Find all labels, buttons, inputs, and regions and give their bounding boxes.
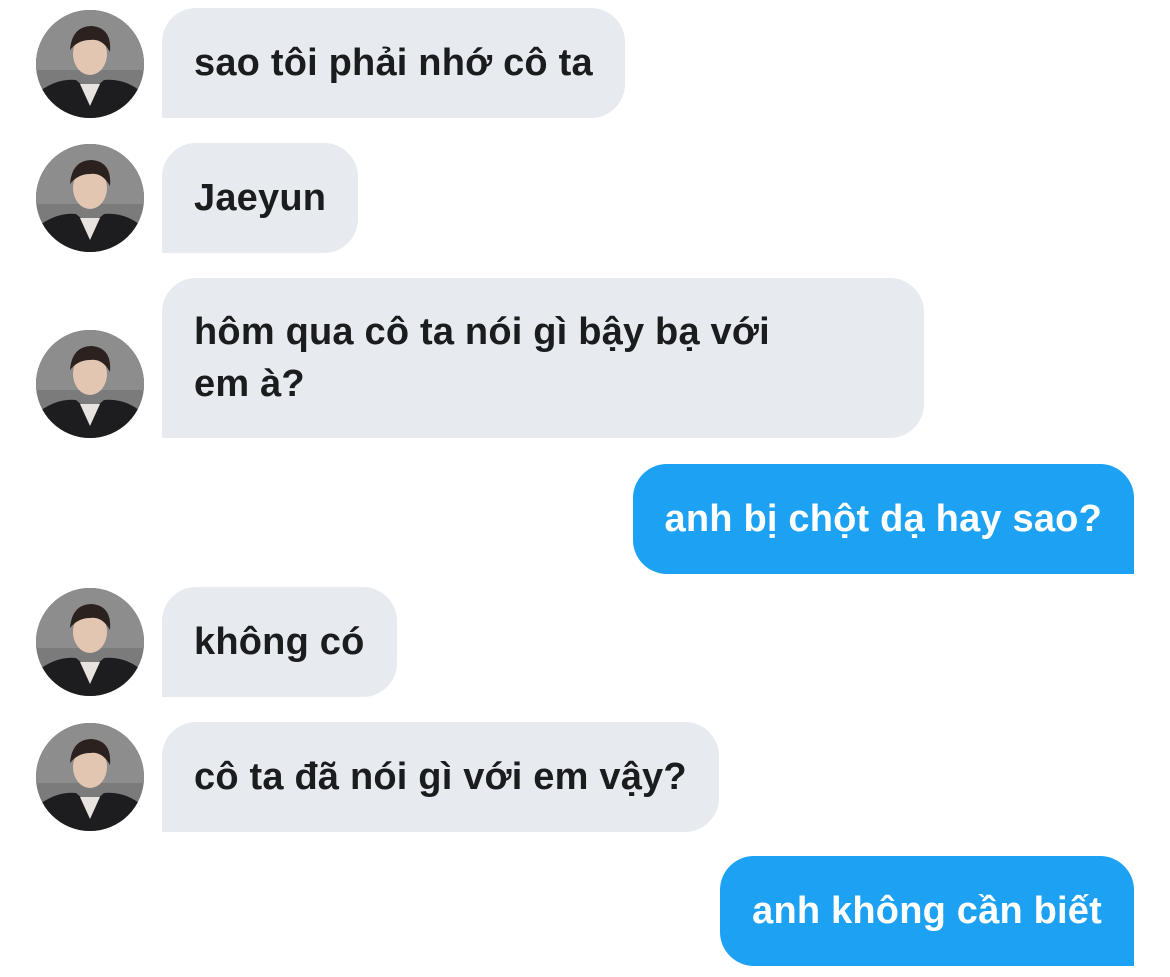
incoming-message-bubble[interactable]: sao tôi phải nhớ cô ta <box>162 8 625 118</box>
incoming-message-bubble[interactable]: hôm qua cô ta nói gì bậy bạ với em à? <box>162 278 924 438</box>
avatar[interactable] <box>36 144 144 252</box>
avatar[interactable] <box>36 588 144 696</box>
profile-photo-icon <box>36 723 144 831</box>
profile-photo-icon <box>36 330 144 438</box>
profile-photo-icon <box>36 588 144 696</box>
profile-photo-icon <box>36 10 144 118</box>
avatar[interactable] <box>36 330 144 438</box>
avatar[interactable] <box>36 10 144 118</box>
profile-photo-icon <box>36 144 144 252</box>
outgoing-message-bubble[interactable]: anh bị chột dạ hay sao? <box>632 464 1134 574</box>
incoming-message-bubble[interactable]: không có <box>162 587 397 697</box>
outgoing-message-bubble[interactable]: anh không cần biết <box>720 856 1134 966</box>
avatar[interactable] <box>36 723 144 831</box>
incoming-message-bubble[interactable]: Jaeyun <box>162 143 359 253</box>
incoming-message-bubble[interactable]: cô ta đã nói gì với em vậy? <box>162 722 719 832</box>
